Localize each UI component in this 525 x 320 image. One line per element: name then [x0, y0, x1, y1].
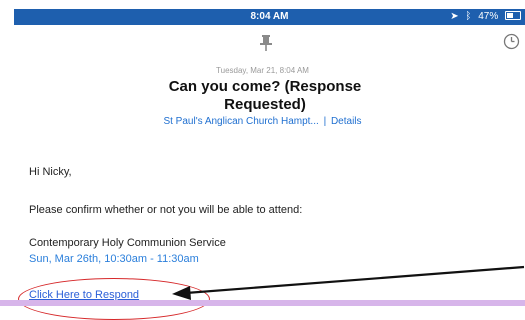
annotation-arrow — [172, 265, 525, 300]
bottom-band — [0, 300, 525, 306]
